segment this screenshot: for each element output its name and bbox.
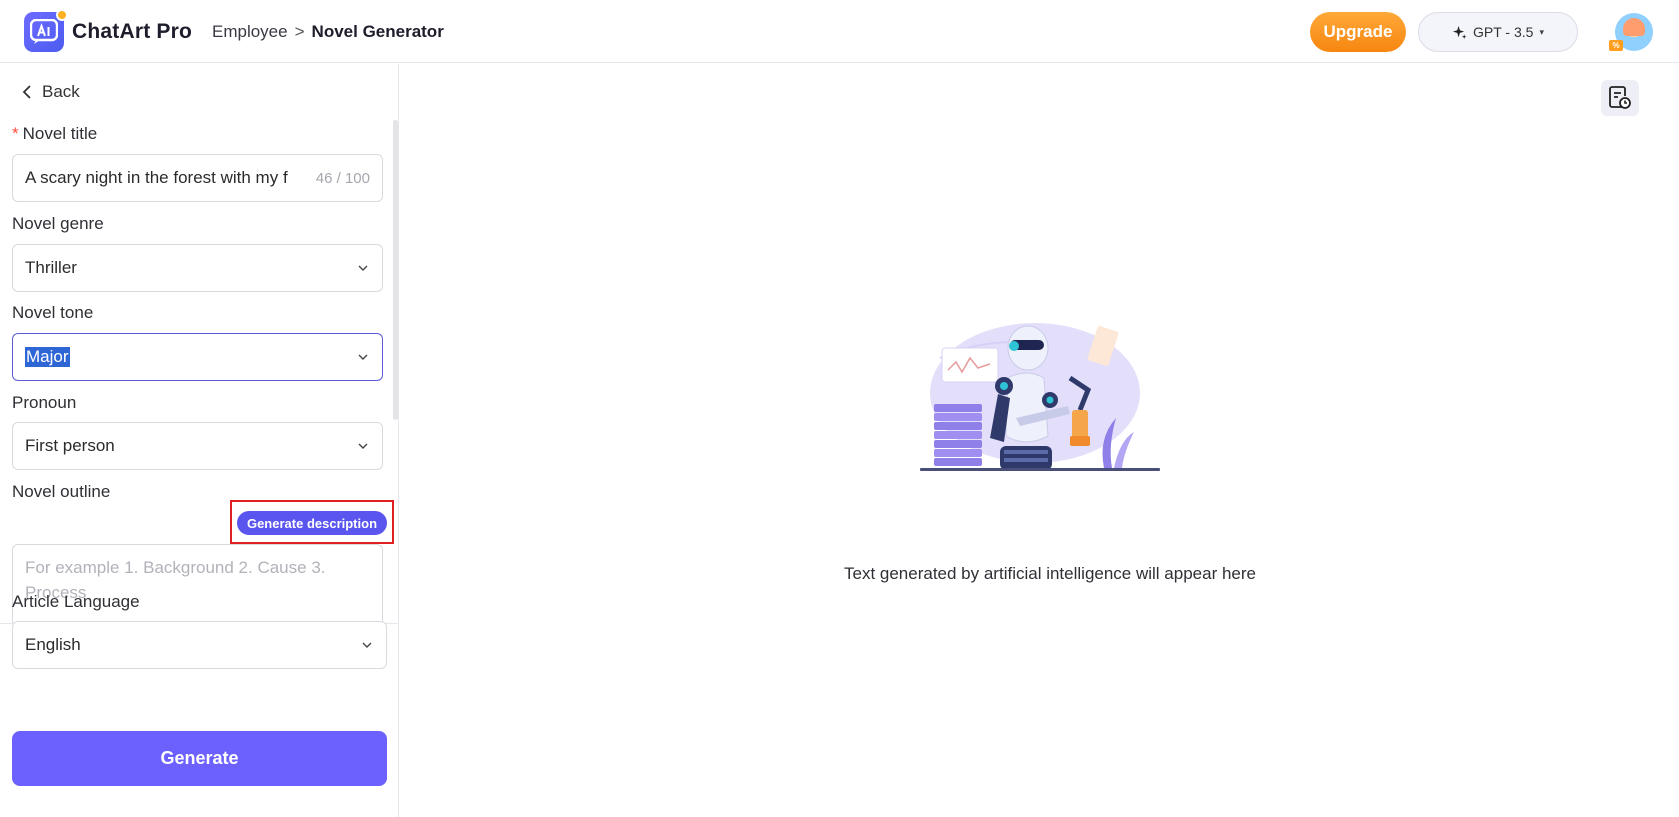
- generate-description-button[interactable]: Generate description: [237, 511, 387, 535]
- novel-genre-value: Thriller: [25, 258, 77, 277]
- back-button[interactable]: Back: [22, 82, 80, 102]
- chevron-down-icon: [358, 265, 368, 271]
- pronoun-value: First person: [25, 436, 115, 455]
- robot-illustration: [920, 323, 1160, 471]
- article-language-label: Article Language: [12, 592, 140, 611]
- character-counter: 46 / 100: [315, 169, 370, 187]
- breadcrumb: Employee > Novel Generator: [212, 22, 444, 42]
- novel-title-label-text: Novel title: [22, 124, 98, 143]
- sparkle-icon: [1452, 25, 1467, 39]
- novel-outline-label: Novel outline: [12, 482, 111, 501]
- history-icon: [1609, 86, 1631, 109]
- article-language-value: English: [25, 635, 81, 654]
- pronoun-label: Pronoun: [12, 393, 77, 412]
- generate-button[interactable]: Generate: [12, 731, 387, 786]
- model-label: GPT - 3.5: [1473, 24, 1534, 40]
- upgrade-button[interactable]: Upgrade: [1310, 12, 1406, 52]
- required-mark: *: [12, 124, 19, 143]
- novel-tone-label: Novel tone: [12, 303, 94, 322]
- back-label: Back: [42, 82, 80, 101]
- chevron-left-icon: [22, 85, 31, 99]
- model-selector[interactable]: GPT - 3.5 ▾: [1418, 12, 1578, 52]
- ai-logo-icon[interactable]: [24, 9, 68, 52]
- scrollbar[interactable]: [393, 120, 398, 420]
- article-language-select[interactable]: English: [12, 621, 387, 669]
- novel-tone-select[interactable]: Major: [12, 333, 383, 381]
- chevron-down-icon: [358, 443, 368, 449]
- brand-name: ChatArt Pro: [72, 20, 193, 43]
- chevron-down-icon: ▾: [1539, 26, 1544, 37]
- discount-badge: %: [1609, 40, 1623, 51]
- novel-tone-value: Major: [25, 347, 70, 367]
- pronoun-select[interactable]: First person: [12, 422, 383, 470]
- novel-genre-select[interactable]: Thriller: [12, 244, 383, 292]
- history-button[interactable]: [1601, 80, 1639, 116]
- empty-state-message: Text generated by artificial intelligenc…: [843, 564, 1256, 583]
- top-bar: ChatArt Pro Employee > Novel Generator Upg…: [0, 0, 1679, 63]
- chevron-down-icon: [358, 354, 368, 360]
- novel-outline-textarea[interactable]: For example 1. Background 2. Cause 3. Pr…: [12, 544, 383, 624]
- settings-panel: Back * Novel title A scary night in the f…: [0, 64, 399, 817]
- breadcrumb-current: Novel Generator: [311, 22, 444, 41]
- breadcrumb-separator: >: [294, 22, 305, 41]
- novel-title-input[interactable]: A scary night in the forest with my f 46…: [12, 154, 383, 202]
- breadcrumb-employee[interactable]: Employee: [212, 22, 288, 41]
- novel-title-value: A scary night in the forest with my f: [25, 168, 288, 187]
- logo-badge: [56, 9, 68, 21]
- novel-genre-label: Novel genre: [12, 214, 104, 233]
- novel-title-label: * Novel title: [12, 124, 97, 144]
- chevron-down-icon: [362, 642, 372, 648]
